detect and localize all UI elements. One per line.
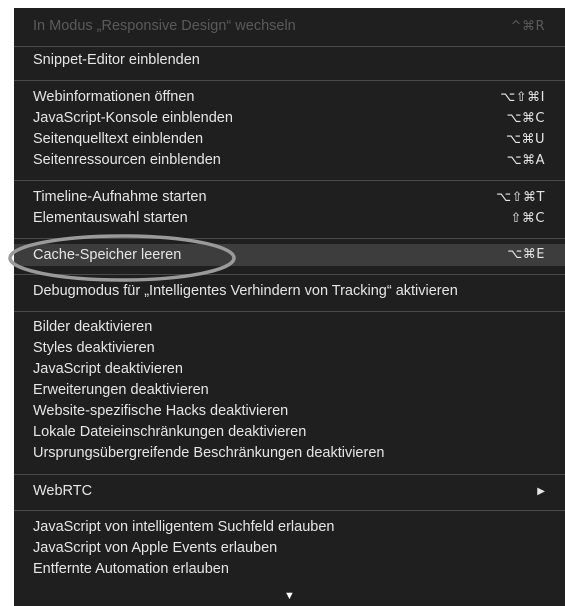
menu-item-shortcut: ⇧⌘C (510, 211, 545, 226)
menu-item-label: Elementauswahl starten (33, 210, 188, 226)
menu-item-label: Snippet-Editor einblenden (33, 52, 200, 68)
menu-item-itp-debug-mode[interactable]: Debugmodus für „Intelligentes Verhindern… (14, 281, 565, 302)
menu-item-disable-site-hacks[interactable]: Website-spezifische Hacks deaktivieren (14, 401, 565, 422)
menu-item-webrtc[interactable]: WebRTC ▶ (14, 481, 565, 502)
menu-item-label: Bilder deaktivieren (33, 319, 153, 335)
menu-item-label: JavaScript von intelligentem Suchfeld er… (33, 519, 335, 535)
menu-item-allow-smart-search-js[interactable]: JavaScript von intelligentem Suchfeld er… (14, 517, 565, 538)
menu-item-label: Website-spezifische Hacks deaktivieren (33, 403, 289, 419)
menu-separator (14, 474, 565, 475)
menu-separator (14, 274, 565, 275)
menu-item-label: In Modus „Responsive Design“ wechseln (33, 18, 296, 34)
menu-item-label: Styles deaktivieren (33, 340, 155, 356)
develop-menu: In Modus „Responsive Design“ wechseln ^⌘… (14, 8, 565, 606)
menu-item-responsive-design: In Modus „Responsive Design“ wechseln ^⌘… (14, 16, 565, 37)
menu-item-label: JavaScript deaktivieren (33, 361, 183, 377)
menu-item-timeline-recording[interactable]: Timeline-Aufnahme starten ⌥⇧⌘T (14, 187, 565, 208)
menu-item-page-resources[interactable]: Seitenressourcen einblenden ⌥⌘A (14, 150, 565, 171)
menu-item-empty-caches[interactable]: Cache-Speicher leeren ⌥⌘E (14, 244, 565, 266)
menu-item-label: Seitenquelltext einblenden (33, 131, 204, 147)
menu-separator (14, 46, 565, 47)
menu-separator (14, 180, 565, 181)
menu-item-label: Debugmodus für „Intelligentes Verhindern… (33, 283, 458, 299)
submenu-arrow-icon: ▶ (537, 486, 545, 497)
menu-item-element-selection[interactable]: Elementauswahl starten ⇧⌘C (14, 208, 565, 229)
menu-item-label: Lokale Dateieinschränkungen deaktivieren (33, 424, 307, 440)
menu-item-disable-javascript[interactable]: JavaScript deaktivieren (14, 359, 565, 380)
menu-item-label: Webinformationen öffnen (33, 89, 195, 105)
menu-item-shortcut: ⌥⌘C (506, 111, 545, 126)
menu-separator (14, 238, 565, 239)
menu-item-disable-images[interactable]: Bilder deaktivieren (14, 317, 565, 338)
menu-item-label: WebRTC (33, 483, 93, 499)
menu-item-label: Timeline-Aufnahme starten (33, 189, 207, 205)
menu-item-label: Seitenressourcen einblenden (33, 152, 221, 168)
menu-item-label: Entfernte Automation erlauben (33, 561, 229, 577)
menu-item-disable-styles[interactable]: Styles deaktivieren (14, 338, 565, 359)
menu-item-disable-local-file-restrictions[interactable]: Lokale Dateieinschränkungen deaktivieren (14, 422, 565, 443)
menu-item-web-inspector[interactable]: Webinformationen öffnen ⌥⇧⌘I (14, 87, 565, 108)
menu-item-page-source[interactable]: Seitenquelltext einblenden ⌥⌘U (14, 129, 565, 150)
menu-item-shortcut: ⌥⌘U (506, 132, 545, 147)
menu-item-shortcut: ⌥⇧⌘I (500, 90, 545, 105)
menu-item-label: Erweiterungen deaktivieren (33, 382, 209, 398)
menu-item-shortcut: ^⌘R (510, 19, 545, 34)
menu-item-disable-cross-origin-restrictions[interactable]: Ursprungsübergreifende Beschränkungen de… (14, 443, 565, 464)
menu-item-shortcut: ⌥⇧⌘T (496, 190, 545, 205)
menu-separator (14, 311, 565, 312)
menu-item-snippet-editor[interactable]: Snippet-Editor einblenden (14, 50, 565, 71)
menu-item-shortcut: ⌥⌘A (506, 153, 545, 168)
menu-separator (14, 510, 565, 511)
menu-item-shortcut: ⌥⌘E (507, 247, 545, 262)
menu-item-label: JavaScript von Apple Events erlauben (33, 540, 278, 556)
menu-item-allow-remote-automation[interactable]: Entfernte Automation erlauben (14, 559, 565, 580)
menu-item-js-console[interactable]: JavaScript-Konsole einblenden ⌥⌘C (14, 108, 565, 129)
menu-item-label: JavaScript-Konsole einblenden (33, 110, 233, 126)
menu-item-disable-extensions[interactable]: Erweiterungen deaktivieren (14, 380, 565, 401)
menu-item-allow-apple-events-js[interactable]: JavaScript von Apple Events erlauben (14, 538, 565, 559)
menu-scroll-down-arrow[interactable]: ▼ (14, 588, 565, 606)
menu-separator (14, 80, 565, 81)
menu-item-label: Ursprungsübergreifende Beschränkungen de… (33, 445, 385, 461)
menu-item-label: Cache-Speicher leeren (33, 247, 182, 263)
chevron-down-icon: ▼ (284, 590, 295, 602)
